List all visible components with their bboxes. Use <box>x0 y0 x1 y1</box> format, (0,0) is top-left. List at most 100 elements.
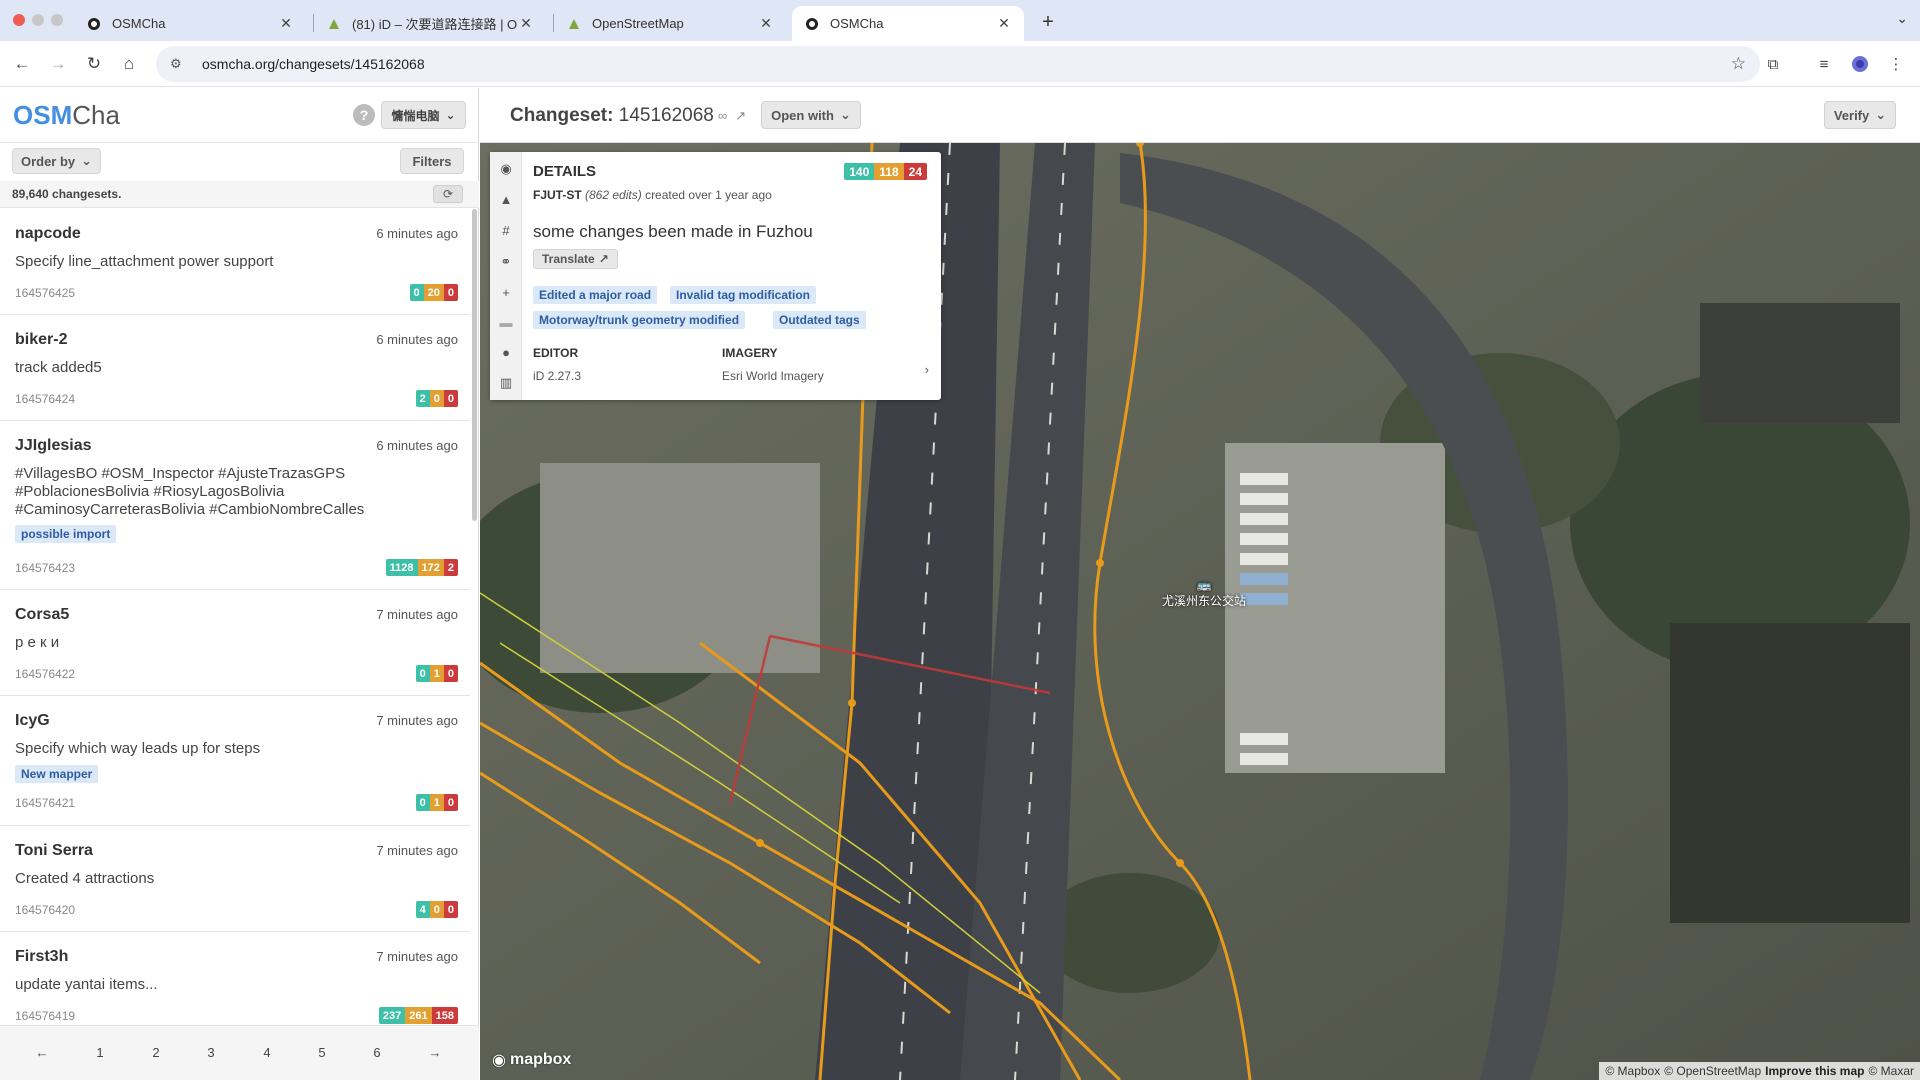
pagination-page[interactable]: 6 <box>367 1045 387 1060</box>
panel-icon-sidebar: ◉ ▲ # ⚭ + ▬ ● ▥ <box>490 152 522 400</box>
tab-close-icon[interactable]: ✕ <box>996 15 1012 32</box>
item-counts-badge: 010 <box>415 665 458 682</box>
open-with-button[interactable]: Open with ⌄ <box>761 101 861 129</box>
filters-button[interactable]: Filters <box>400 148 464 174</box>
pagination-page[interactable]: 5 <box>312 1045 332 1060</box>
details-user[interactable]: FJUT-ST <box>533 188 582 202</box>
item-id: 164576421 <box>15 796 76 810</box>
item-comment: Created 4 attractions <box>15 870 155 887</box>
pagination-page[interactable]: 3 <box>201 1045 221 1060</box>
tab-close-icon[interactable]: ✕ <box>758 15 774 32</box>
changeset-list-item[interactable]: JJIglesias 6 minutes ago #VillagesBO #OS… <box>0 421 470 590</box>
item-user: Toni Serra <box>15 842 93 859</box>
item-time: 6 minutes ago <box>376 332 458 347</box>
changeset-list-item[interactable]: Corsa5 7 minutes ago р е к и 164576422 0… <box>0 590 470 696</box>
changeset-list: napcode 6 minutes ago Specify line_attac… <box>0 209 470 1025</box>
extensions-icon[interactable]: ⧉ <box>1762 53 1784 75</box>
bus-stop-label[interactable]: 🚌 尤溪州东公交站 <box>1162 578 1246 609</box>
item-id: 164576419 <box>15 1009 76 1023</box>
hashtag-icon[interactable]: # <box>490 223 522 238</box>
omnibox[interactable]: ⚙ osmcha.org/changesets/145162068 ☆ <box>156 46 1760 82</box>
link-icon[interactable]: ∞ <box>718 108 735 123</box>
item-comment: Specify which way leads up for steps <box>15 740 261 757</box>
item-comment: р е к и <box>15 634 60 651</box>
details-title: DETAILS <box>533 163 597 180</box>
item-counts-badge: 1128 172 2 <box>385 559 458 576</box>
site-info-icon[interactable]: ⚙ <box>170 56 190 72</box>
item-time: 6 minutes ago <box>376 226 458 241</box>
item-id: 164576425 <box>15 286 76 300</box>
mapbox-mark-icon: ◉ <box>492 1052 506 1069</box>
pagination-prev-arrow-icon[interactable]: ← <box>32 1045 52 1060</box>
pagination-page[interactable]: 2 <box>146 1045 166 1060</box>
home-icon[interactable]: ⌂ <box>117 52 141 76</box>
more-menu-icon[interactable]: ⋮ <box>1885 53 1907 75</box>
changeset-list-item[interactable]: First3h 7 minutes ago update yantai item… <box>0 932 470 1025</box>
external-link-icon[interactable]: ↗ <box>735 108 754 123</box>
browser-tab[interactable]: OSMCha ✕ <box>74 6 306 41</box>
changeset-list-item[interactable]: biker-2 6 minutes ago track added5 16457… <box>0 315 470 421</box>
browser-tab[interactable]: OpenStreetMap ✕ <box>554 6 786 41</box>
map-layers-icon[interactable]: ▥ <box>490 375 522 391</box>
pagination-next-arrow-icon[interactable]: → <box>425 1045 445 1060</box>
tab-close-icon[interactable]: ✕ <box>518 15 534 32</box>
help-icon[interactable]: ? <box>353 104 375 126</box>
browser-tab-bar: OSMCha ✕ (81) iD – 次要道路连接路 | Ope ✕ OpenS… <box>0 0 1920 41</box>
reload-icon[interactable]: ↻ <box>82 52 106 76</box>
plus-icon[interactable]: + <box>490 285 522 300</box>
changeset-list-item[interactable]: Toni Serra 7 minutes ago Created 4 attra… <box>0 826 470 932</box>
translate-button[interactable]: Translate ↗ <box>533 249 618 269</box>
item-id: 164576420 <box>15 903 76 917</box>
item-counts-badge: 400 <box>415 901 458 918</box>
details-comment: some changes been made in Fuzhou <box>533 222 813 241</box>
url-text: osmcha.org/changesets/145162068 <box>202 56 425 72</box>
browser-tab-active[interactable]: OSMCha ✕ <box>792 6 1024 41</box>
back-arrow-icon[interactable]: ← <box>10 52 34 76</box>
user-icon[interactable]: ● <box>490 345 522 360</box>
mapbox-logo[interactable]: ◉ mapbox <box>492 1050 571 1070</box>
chevron-right-icon[interactable]: › <box>925 362 929 377</box>
minimize-window-button[interactable] <box>32 14 44 26</box>
refresh-icon[interactable]: ⟳ <box>433 185 463 203</box>
item-user: JJIglesias <box>15 437 92 454</box>
profile-avatar-icon[interactable] <box>1849 53 1871 75</box>
item-user: First3h <box>15 948 69 965</box>
media-controls-icon[interactable]: ≡ <box>1813 53 1835 75</box>
maximize-window-button[interactable] <box>51 14 63 26</box>
details-edit-count: (862 edits) <box>585 188 642 202</box>
browser-tab[interactable]: (81) iD – 次要道路连接路 | Ope ✕ <box>314 6 546 41</box>
divider <box>0 142 479 143</box>
pagination-page[interactable]: 4 <box>257 1045 277 1060</box>
warning-icon[interactable]: ▲ <box>490 192 522 207</box>
item-time: 6 minutes ago <box>376 438 458 453</box>
order-by-button[interactable]: Order by ⌄ <box>12 148 101 174</box>
verify-button[interactable]: Verify ⌄ <box>1824 101 1896 129</box>
forward-arrow-icon[interactable]: → <box>46 52 70 76</box>
user-menu-button[interactable]: 慵惴电脑 ⌄ <box>381 101 466 129</box>
bookmark-star-icon[interactable]: ☆ <box>1731 54 1746 74</box>
eye-icon[interactable]: ◉ <box>490 161 522 177</box>
reason-tag: Invalid tag modification <box>670 286 817 304</box>
list-scrollbar[interactable] <box>472 209 477 521</box>
item-time: 7 minutes ago <box>376 607 458 622</box>
changeset-list-item[interactable]: IcyG 7 minutes ago Specify which way lea… <box>0 696 470 826</box>
changeset-list-item[interactable]: napcode 6 minutes ago Specify line_attac… <box>0 209 470 315</box>
tab-title: (81) iD – 次要道路连接路 | Ope <box>352 17 518 32</box>
imagery-value: Esri World Imagery <box>722 369 824 383</box>
osmcha-logo[interactable]: OSMCha <box>13 100 120 131</box>
item-time: 7 minutes ago <box>376 843 458 858</box>
openstreetmap-favicon-icon <box>566 16 582 32</box>
new-tab-button[interactable]: + <box>1034 8 1062 36</box>
item-user: IcyG <box>15 712 50 729</box>
item-user: Corsa5 <box>15 606 70 623</box>
address-bar-row: ← → ↻ ⌂ ⚙ osmcha.org/changesets/14516206… <box>0 41 1920 87</box>
close-window-button[interactable] <box>13 14 25 26</box>
tab-title: OpenStreetMap <box>592 16 684 31</box>
item-counts-badge: 200 <box>415 390 458 407</box>
item-user: biker-2 <box>15 331 68 348</box>
tab-search-chevron-icon[interactable]: ⌄ <box>1896 10 1908 27</box>
pagination-page[interactable]: 1 <box>90 1045 110 1060</box>
features-icon[interactable]: ⚭ <box>490 254 522 270</box>
tab-close-icon[interactable]: ✕ <box>278 15 294 32</box>
comment-icon[interactable]: ▬ <box>490 315 522 330</box>
